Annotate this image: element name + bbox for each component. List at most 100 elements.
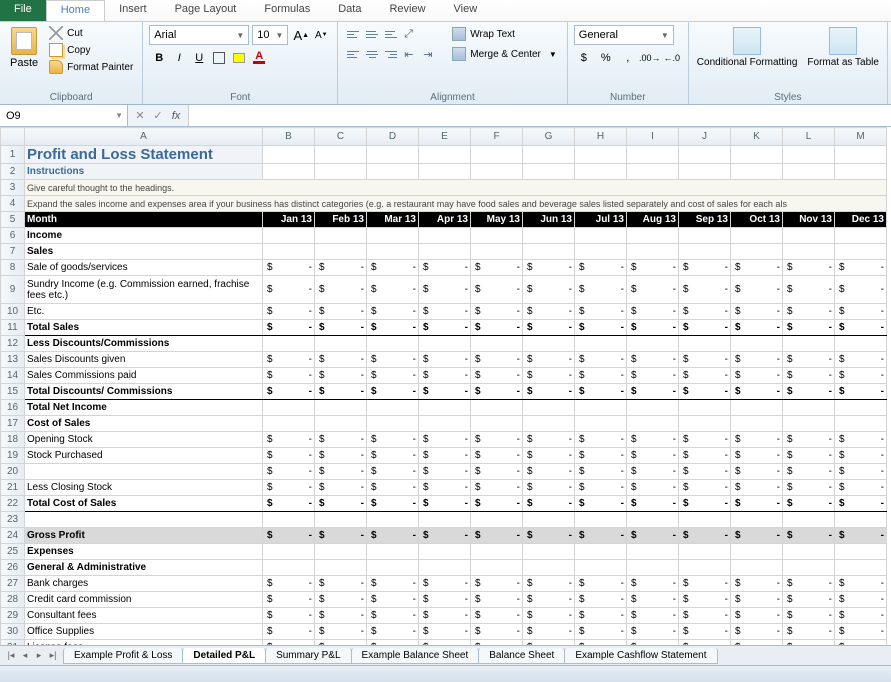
cell[interactable]: - xyxy=(627,448,679,464)
cell[interactable]: - xyxy=(783,592,835,608)
row-header[interactable]: 24 xyxy=(1,528,25,544)
cell[interactable]: - xyxy=(523,576,575,592)
cell[interactable]: - xyxy=(471,464,523,480)
cell[interactable]: Sales Commissions paid xyxy=(25,368,263,384)
cell[interactable]: - xyxy=(835,480,887,496)
cell[interactable] xyxy=(731,228,783,244)
cell[interactable]: - xyxy=(731,304,783,320)
cell[interactable]: - xyxy=(627,276,679,304)
row-header[interactable]: 16 xyxy=(1,400,25,416)
column-header[interactable]: J xyxy=(679,128,731,146)
cell[interactable] xyxy=(835,244,887,260)
cell[interactable]: - xyxy=(731,624,783,640)
cell[interactable]: Feb 13 xyxy=(315,212,367,228)
cell[interactable] xyxy=(419,336,471,352)
cell[interactable]: - xyxy=(315,480,367,496)
orientation-button[interactable]: ⤢ xyxy=(401,25,419,43)
row-header[interactable]: 8 xyxy=(1,260,25,276)
cell[interactable]: - xyxy=(835,368,887,384)
cell[interactable] xyxy=(627,244,679,260)
cell[interactable]: Mar 13 xyxy=(367,212,419,228)
column-header[interactable]: D xyxy=(367,128,419,146)
row-header[interactable]: 3 xyxy=(1,180,25,196)
cell[interactable]: Oct 13 xyxy=(731,212,783,228)
cell[interactable]: - xyxy=(627,384,679,400)
row-header[interactable]: 27 xyxy=(1,576,25,592)
cell[interactable] xyxy=(419,228,471,244)
cell[interactable] xyxy=(627,228,679,244)
cell[interactable]: - xyxy=(679,592,731,608)
cell[interactable]: - xyxy=(315,464,367,480)
cell[interactable]: - xyxy=(679,640,731,646)
cell[interactable] xyxy=(25,512,263,528)
cell[interactable]: - xyxy=(471,448,523,464)
cell[interactable] xyxy=(783,560,835,576)
cell[interactable]: - xyxy=(731,592,783,608)
cell[interactable]: - xyxy=(783,320,835,336)
cell[interactable]: - xyxy=(471,640,523,646)
cell[interactable]: - xyxy=(523,624,575,640)
ribbon-tab-formulas[interactable]: Formulas xyxy=(250,0,324,21)
cell[interactable]: - xyxy=(367,352,419,368)
row-header[interactable]: 14 xyxy=(1,368,25,384)
cell[interactable]: - xyxy=(835,576,887,592)
cell[interactable]: - xyxy=(679,304,731,320)
cell[interactable]: - xyxy=(419,464,471,480)
cell[interactable]: - xyxy=(575,448,627,464)
cell[interactable] xyxy=(523,416,575,432)
cell[interactable]: - xyxy=(523,480,575,496)
row-header[interactable]: 22 xyxy=(1,496,25,512)
cell[interactable]: - xyxy=(731,260,783,276)
cell[interactable]: - xyxy=(263,304,315,320)
format-painter-button[interactable]: Format Painter xyxy=(46,59,136,75)
cell[interactable]: - xyxy=(679,496,731,512)
cell[interactable]: - xyxy=(367,260,419,276)
cell[interactable] xyxy=(523,336,575,352)
align-right-button[interactable] xyxy=(382,45,400,63)
cell[interactable] xyxy=(315,544,367,560)
cell[interactable] xyxy=(575,228,627,244)
cell[interactable]: - xyxy=(367,496,419,512)
grow-font-button[interactable]: A▲ xyxy=(291,25,311,45)
cell[interactable]: - xyxy=(523,260,575,276)
cell[interactable] xyxy=(627,512,679,528)
cell[interactable] xyxy=(731,146,783,164)
wrap-text-button[interactable]: Wrap Text xyxy=(448,25,561,43)
cell[interactable]: - xyxy=(523,304,575,320)
paste-button[interactable]: Paste xyxy=(6,25,42,71)
cell[interactable] xyxy=(419,244,471,260)
cell[interactable]: Credit card commission xyxy=(25,592,263,608)
cell[interactable]: - xyxy=(731,432,783,448)
italic-button[interactable]: I xyxy=(169,48,189,68)
align-center-button[interactable] xyxy=(363,45,381,63)
cell[interactable]: - xyxy=(783,624,835,640)
column-header[interactable]: F xyxy=(471,128,523,146)
cell[interactable]: General & Administrative xyxy=(25,560,263,576)
cell[interactable]: - xyxy=(471,624,523,640)
cell[interactable]: - xyxy=(835,624,887,640)
cell[interactable] xyxy=(835,560,887,576)
row-header[interactable]: 4 xyxy=(1,196,25,212)
cell[interactable] xyxy=(731,164,783,180)
cell[interactable]: - xyxy=(471,368,523,384)
cell[interactable]: - xyxy=(523,276,575,304)
cell[interactable]: - xyxy=(523,368,575,384)
row-header[interactable]: 6 xyxy=(1,228,25,244)
cell[interactable]: - xyxy=(627,528,679,544)
row-header[interactable]: 30 xyxy=(1,624,25,640)
cell[interactable]: - xyxy=(679,448,731,464)
cell[interactable]: License fees xyxy=(25,640,263,646)
cell[interactable]: Less Closing Stock xyxy=(25,480,263,496)
cell[interactable] xyxy=(25,464,263,480)
cell[interactable]: - xyxy=(627,480,679,496)
cell[interactable]: - xyxy=(731,352,783,368)
cell[interactable]: - xyxy=(679,608,731,624)
cell[interactable]: - xyxy=(315,432,367,448)
cell[interactable]: Profit and Loss Statement xyxy=(25,146,263,164)
row-header[interactable]: 26 xyxy=(1,560,25,576)
cell[interactable]: - xyxy=(419,496,471,512)
cell[interactable] xyxy=(315,400,367,416)
cell[interactable]: - xyxy=(419,276,471,304)
cell[interactable]: - xyxy=(419,432,471,448)
sheet-tab[interactable]: Detailed P&L xyxy=(182,648,266,664)
